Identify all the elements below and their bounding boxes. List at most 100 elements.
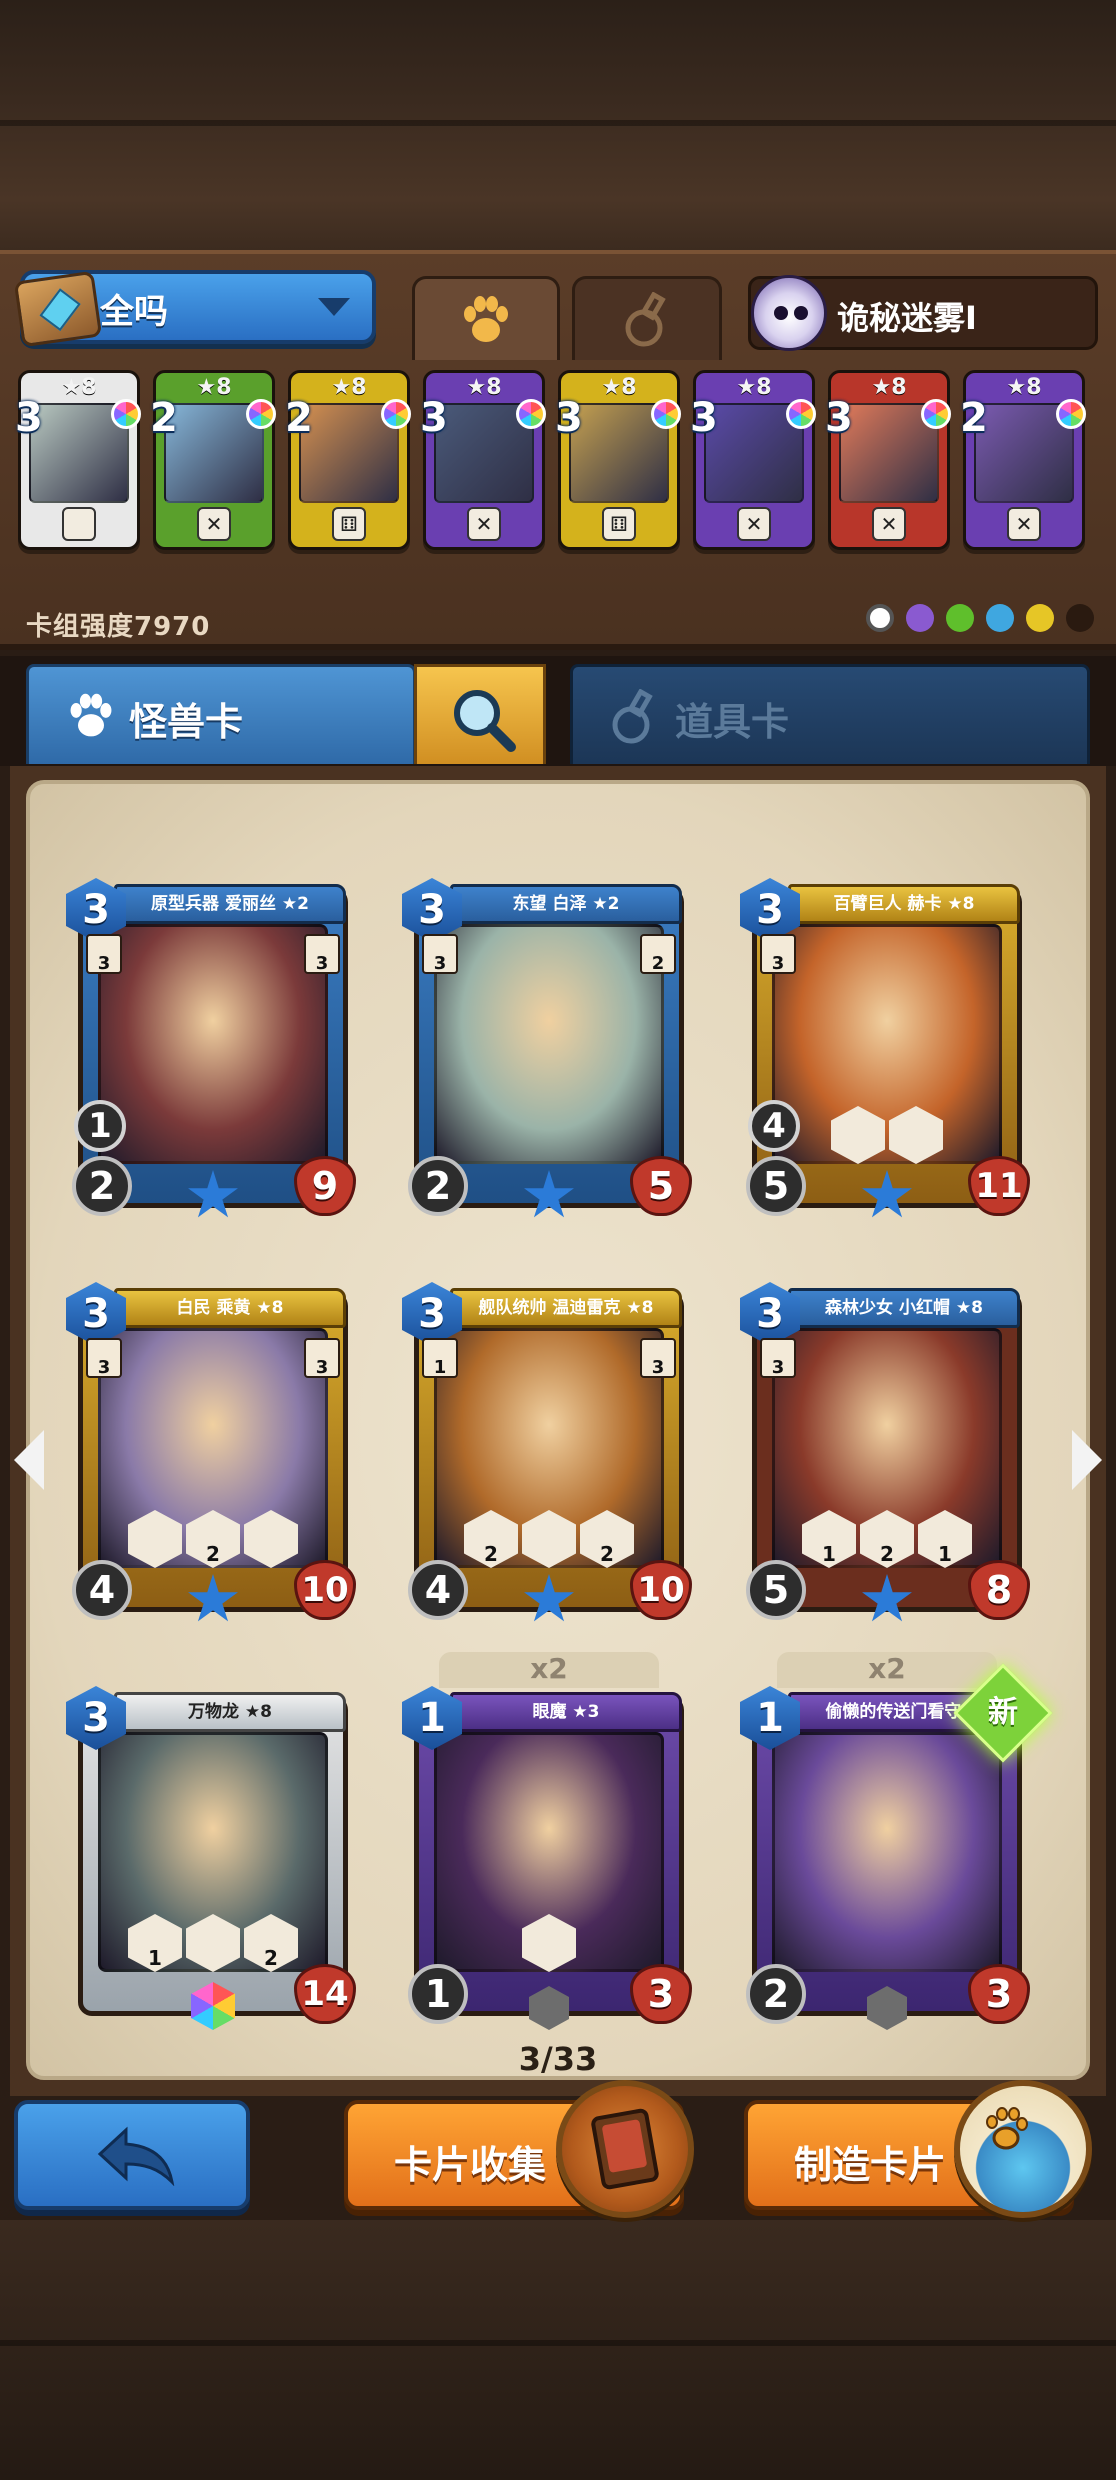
sword-icon: ✕ <box>872 507 906 541</box>
monster-card[interactable]: 万物龙 ★8 3 1 2 14 <box>66 1686 356 2030</box>
card-type-tabs: 怪兽卡 道具卡 <box>0 656 1116 766</box>
rainbow-gem-icon <box>516 399 546 429</box>
tab-item-cards[interactable]: 道具卡 <box>570 664 1090 764</box>
lightning-attr-icon <box>1026 604 1054 632</box>
left-trait-icon: 3 <box>760 934 796 974</box>
card-attack: 5 <box>746 1560 806 1620</box>
card-name: 舰队统帅 温迪雷克 ★8 <box>450 1288 682 1328</box>
deck-attributes <box>866 604 1094 632</box>
card-art <box>98 924 328 1164</box>
deck-card[interactable]: ★8 2 ✕ <box>960 370 1086 550</box>
card-cost: 2 <box>960 395 988 441</box>
card-attack: 5 <box>746 1156 806 1216</box>
card-skills: 12 <box>128 1914 298 1972</box>
card-cost: 2 <box>150 395 178 441</box>
potion-paw-icon[interactable] <box>954 2080 1092 2218</box>
chevron-down-icon <box>318 298 350 316</box>
skill-icon <box>186 1914 240 1972</box>
top-wood-plank <box>0 0 1116 250</box>
search-button[interactable] <box>414 664 546 764</box>
paw-icon <box>464 295 508 342</box>
deck-selector-button[interactable]: 全吗 <box>13 270 376 348</box>
skill-icon: 1 <box>128 1914 182 1972</box>
next-page-arrow-icon[interactable] <box>1072 1430 1102 1490</box>
deck-card[interactable]: ★8 3 ✕ <box>690 370 816 550</box>
card-book-icon[interactable] <box>556 2080 694 2218</box>
monster-card[interactable]: 东望 白泽 ★2 3 3 2 2 5 <box>402 878 692 1218</box>
card-name: 东望 白泽 ★2 <box>450 884 682 924</box>
sword-icon: ✕ <box>467 507 501 541</box>
right-trait-icon: 3 <box>304 1338 340 1378</box>
blank-icon <box>62 507 96 541</box>
right-trait-icon: 2 <box>640 934 676 974</box>
left-trait-icon: 3 <box>760 1338 796 1378</box>
opponent-badge[interactable]: 诡秘迷雾I <box>748 275 1098 351</box>
left-trait-icon: 3 <box>86 1338 122 1378</box>
deck-card[interactable]: ★8 3 ⚅ <box>555 370 681 550</box>
deck-card[interactable]: ★8 3 <box>15 370 141 550</box>
card-skills: 2 <box>128 1510 298 1568</box>
skill-icon: 1 <box>802 1510 856 1568</box>
card-cost: 3 <box>15 395 43 441</box>
deck-card[interactable]: ★8 3 ✕ <box>825 370 951 550</box>
rainbow-gem-icon <box>786 399 816 429</box>
water-attr-icon <box>986 604 1014 632</box>
monster-tab-label: 怪兽卡 <box>129 700 244 744</box>
new-label: 新 <box>988 1695 1018 1730</box>
skill-icon <box>831 1106 885 1164</box>
skill-icon <box>128 1510 182 1568</box>
skill-icon <box>522 1914 576 1972</box>
card-name: 原型兵器 爱丽丝 ★2 <box>114 884 346 924</box>
tab-item-deck[interactable] <box>572 276 722 360</box>
card-attack: 2 <box>746 1964 806 2024</box>
skill-level: 2 <box>880 1542 894 1566</box>
card-attack: 4 <box>72 1560 132 1620</box>
rainbow-gem-icon <box>111 399 141 429</box>
card-attack: 1 <box>408 1964 468 2024</box>
card-cost: 3 <box>555 395 583 441</box>
card-cost: 3 <box>825 395 853 441</box>
dice-icon: ⚅ <box>602 507 636 541</box>
card-cost: 3 <box>690 395 718 441</box>
dark-attr-icon <box>1066 604 1094 632</box>
card-name: 百臂巨人 赫卡 ★8 <box>788 884 1020 924</box>
card-name: 森林少女 小红帽 ★8 <box>788 1288 1020 1328</box>
arcane-attr-icon <box>906 604 934 632</box>
card-name: 眼魔 ★3 <box>450 1692 682 1732</box>
flask-icon <box>612 689 653 744</box>
page-indicator: 3/33 <box>518 2040 598 2078</box>
left-trait-icon: 3 <box>86 934 122 974</box>
skill-icon: 2 <box>186 1510 240 1568</box>
card-health: 10 <box>294 1560 356 1620</box>
tab-monster-deck[interactable] <box>412 276 560 360</box>
skill-level: 2 <box>484 1542 498 1566</box>
monster-card[interactable]: 森林少女 小红帽 ★8 3 3 1 2 1 5 8 <box>740 1282 1030 1622</box>
monster-card[interactable]: 百臂巨人 赫卡 ★8 3 3 4 5 11 <box>740 878 1030 1218</box>
sword-icon: ✕ <box>1007 507 1041 541</box>
card-health: 3 <box>630 1964 692 2024</box>
left-trait-icon: 1 <box>422 1338 458 1378</box>
deck-card[interactable]: ★8 2 ⚅ <box>285 370 411 550</box>
monster-card[interactable]: 白民 乘黄 ★8 3 3 3 2 4 10 <box>66 1282 356 1622</box>
monster-card[interactable]: x2 偷懒的传送门看守 ★ 1 2 3 新 <box>740 1652 1053 2030</box>
card-health: 14 <box>294 1964 356 2024</box>
monster-card[interactable]: 舰队统帅 温迪雷克 ★8 3 1 3 2 2 4 10 <box>402 1282 692 1622</box>
card-art <box>434 924 664 1164</box>
deck-card[interactable]: ★8 3 ✕ <box>420 370 546 550</box>
search-icon <box>454 690 516 752</box>
deck-panel: 全吗 诡秘迷雾I ★8 3 ★8 2 ✕ ★8 2 ⚅ ★8 3 ✕ ★8 3 ⚅ ★8 3 ✕ ★8 3 ✕ ★8 2 ✕… <box>0 250 1116 650</box>
monster-card[interactable]: x2 眼魔 ★3 1 1 3 <box>402 1652 692 2030</box>
left-trait-icon: 3 <box>422 934 458 974</box>
tab-monster-cards[interactable]: 怪兽卡 <box>26 664 416 764</box>
back-button[interactable] <box>14 2100 250 2210</box>
deck-card[interactable]: ★8 2 ✕ <box>150 370 276 550</box>
deck-book-icon <box>13 270 103 348</box>
card-speed: 4 <box>748 1100 800 1152</box>
prev-page-arrow-icon[interactable] <box>14 1430 44 1490</box>
card-health: 11 <box>968 1156 1030 1216</box>
paw-potion-icon <box>986 2107 1028 2150</box>
monster-card[interactable]: 原型兵器 爱丽丝 ★2 3 3 3 1 2 9 <box>66 878 356 1218</box>
skill-icon: 2 <box>244 1914 298 1972</box>
skill-level: 2 <box>206 1542 220 1566</box>
nature-attr-icon <box>946 604 974 632</box>
